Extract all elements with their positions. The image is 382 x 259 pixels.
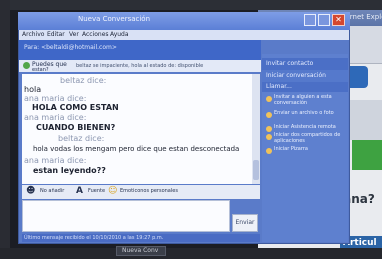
chat-message: hola: [24, 85, 42, 94]
emoticon-icon[interactable]: ☺: [108, 186, 117, 196]
monitor-bezel-top: [0, 0, 382, 10]
sidebar-item-invite[interactable]: Invitar a alguien a esta conversación: [274, 94, 344, 106]
recipient-address: Para: <beltaldi@hotmail.com>: [24, 44, 117, 51]
font-icon[interactable]: A: [76, 186, 83, 196]
menu-acciones[interactable]: Acciones: [82, 31, 109, 38]
chat-message: estan leyendo??: [33, 166, 106, 175]
menu-ver[interactable]: Ver: [69, 31, 79, 38]
chat-speaker: ana maria dice:: [24, 156, 87, 165]
messenger-titlebar[interactable]: Nueva Conversación: [18, 12, 350, 30]
wink-label[interactable]: No añadir: [40, 188, 64, 194]
chat-speaker: beltaz dice:: [60, 76, 107, 85]
menu-bar: Archivo Editar Ver Acciones Ayuda: [19, 30, 349, 40]
sidebar-item-whiteboard[interactable]: Iniciar Pizarra: [274, 146, 344, 152]
taskbar-button-label[interactable]: Nueva Conv: [122, 247, 158, 254]
chat-speaker: beltaz dice:: [58, 134, 105, 143]
taskbar: [0, 248, 382, 259]
menu-ayuda[interactable]: Ayuda: [110, 31, 129, 38]
sidebar-header-label[interactable]: Iniciar conversación: [266, 72, 326, 79]
whiteboard-icon: [266, 148, 272, 154]
chat-message: CUANDO BIENEN?: [36, 123, 116, 132]
menu-archivo[interactable]: Archivo: [22, 31, 44, 38]
menu-editar[interactable]: Editar: [47, 31, 65, 38]
chat-speaker: ana maria dice:: [24, 113, 87, 122]
emoticons-label[interactable]: Emoticonos personales: [120, 188, 178, 194]
contact-handle: estan?: [32, 67, 49, 73]
online-status-icon: [23, 62, 30, 69]
sidebar-header-label[interactable]: Invitar contacto: [266, 60, 313, 67]
contact-note: beltaz se impaciente, hola al estado de:…: [76, 63, 204, 69]
sidebar-header-label[interactable]: Llamar...: [266, 83, 292, 90]
monitor-bezel-left: [0, 0, 10, 259]
send-file-icon: [266, 112, 272, 118]
chat-speaker: ana maria dice:: [24, 94, 87, 103]
invite-icon: [266, 96, 272, 102]
wink-icon[interactable]: ☻: [26, 186, 35, 196]
font-label[interactable]: Fuente: [88, 188, 105, 194]
window-title: Nueva Conversación: [78, 15, 151, 23]
close-icon: ✕: [335, 15, 342, 24]
green-ad-block: [352, 140, 382, 170]
close-button[interactable]: ✕: [332, 14, 345, 26]
send-button[interactable]: Enviar: [232, 214, 258, 232]
maximize-button[interactable]: [318, 14, 330, 26]
sidebar-item-send-file[interactable]: Enviar un archivo o foto: [274, 110, 344, 116]
chat-scrollbar-thumb[interactable]: [253, 160, 259, 180]
message-input[interactable]: [22, 200, 230, 232]
sidebar-item-share-apps[interactable]: Iniciar dos compartidos de aplicaciones: [274, 132, 344, 144]
share-apps-icon: [266, 134, 272, 140]
chat-message: HOLA COMO ESTAN: [32, 103, 119, 112]
sidebar-item-remote-assistance[interactable]: Iniciar Asistencia remota: [274, 124, 344, 130]
remote-assistance-icon: [266, 126, 272, 132]
status-text: Último mensaje recibido el 10/10/2010 a …: [24, 235, 164, 241]
minimize-button[interactable]: [304, 14, 316, 26]
chat-message: hola vodas los mengam pero dice que esta…: [33, 145, 240, 153]
